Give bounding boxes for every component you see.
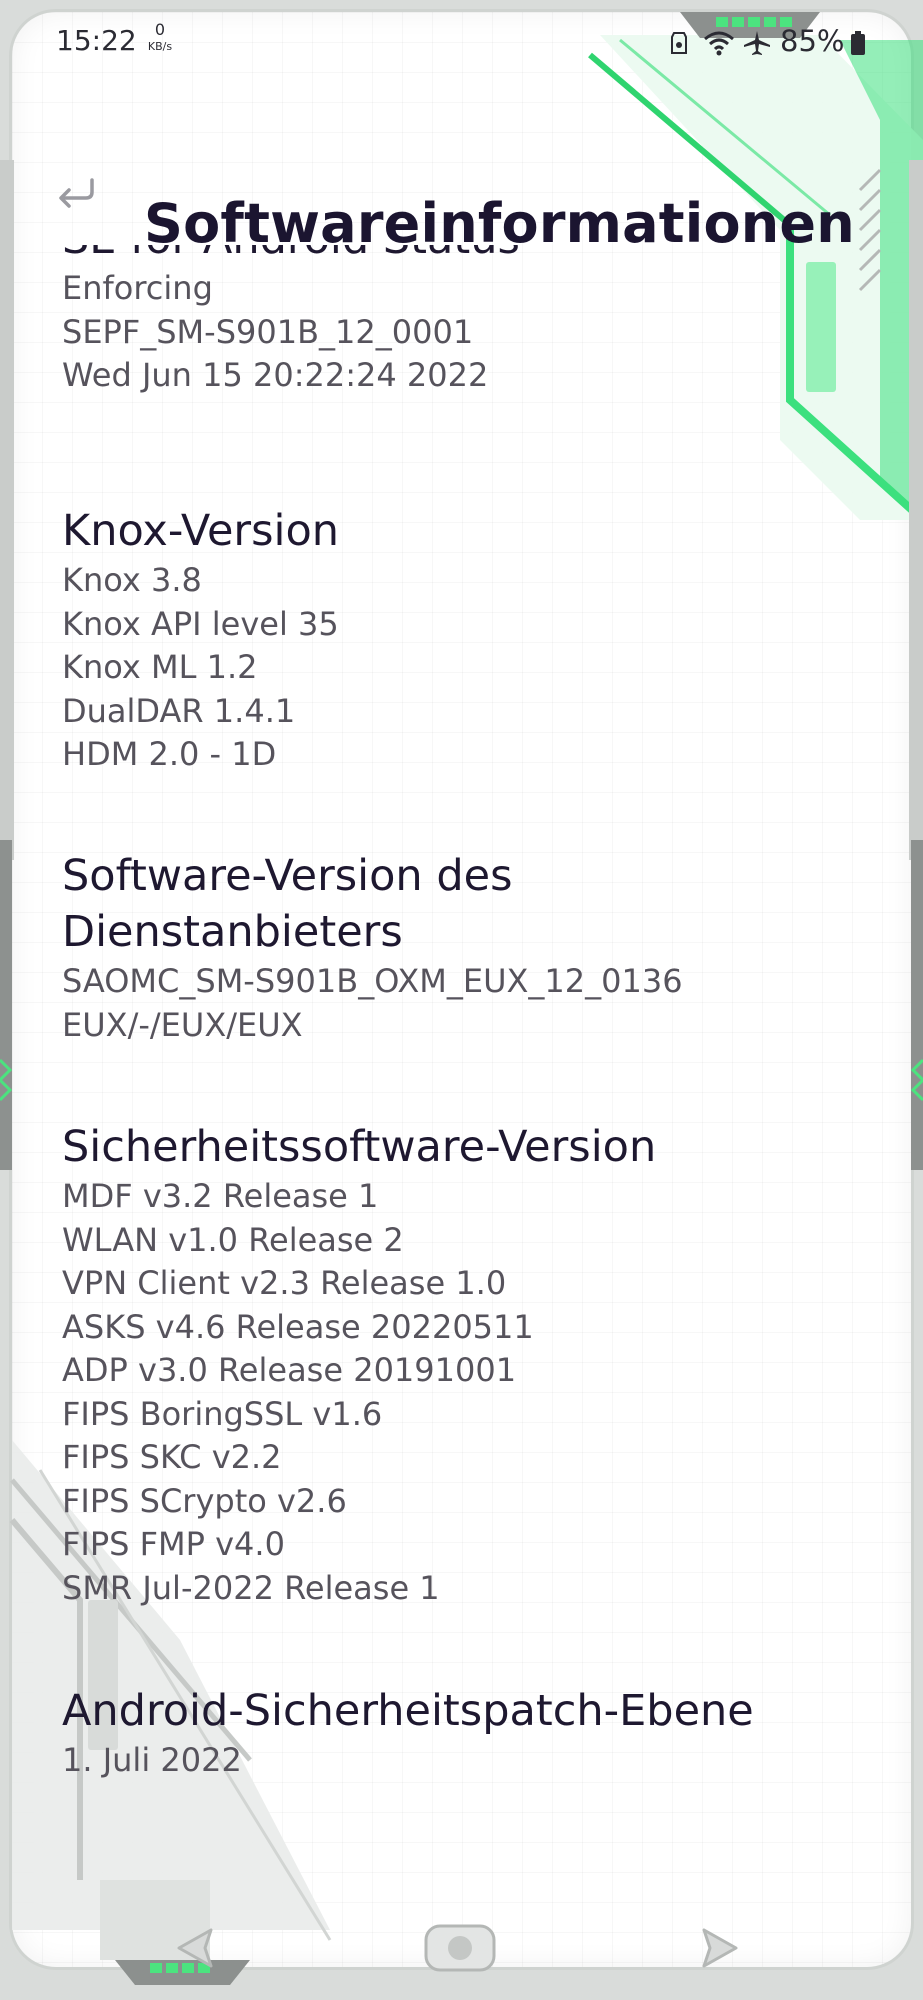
section-security-patch-level: Android-Sicherheitspatch-Ebene 1. Juli 2… (62, 1683, 862, 1783)
data-saver-icon (668, 30, 690, 56)
info-line: FIPS SKC v2.2 (62, 1438, 282, 1476)
status-bar: 15:22 0 KB/s 85% (0, 0, 923, 70)
info-line: Wed Jun 15 20:22:24 2022 (62, 356, 489, 394)
info-line: SAOMC_SM-S901B_OXM_EUX_12_0136 (62, 962, 683, 1000)
network-speed-value: 0 (154, 20, 166, 39)
info-line: DualDAR 1.4.1 (62, 691, 296, 730)
info-line: HDM 2.0 - 1D (62, 735, 277, 773)
info-line: Knox 3.8 (62, 561, 202, 599)
info-line: EUX/-/EUX/EUX (62, 1005, 303, 1044)
network-speed-unit: KB/s (147, 40, 173, 53)
battery-icon (850, 30, 866, 56)
section-security-software-version: Sicherheitssoftware-Version MDF v3.2 Rel… (62, 1119, 862, 1610)
navigation-bar (0, 1900, 923, 2000)
airplane-icon (742, 30, 772, 56)
phone-screen: 15:22 0 KB/s 85% Softwareinformationen E… (0, 0, 923, 2000)
info-line: MDF v3.2 Release 1 (62, 1177, 379, 1215)
info-line: Enforcing (62, 269, 213, 307)
info-line: 1. Juli 2022 (62, 1741, 242, 1779)
section-title: SE for Android Status (62, 245, 862, 267)
wifi-icon (702, 30, 736, 56)
section-provider-software-version: Software-Version des Dienstanbieters SAO… (62, 848, 862, 1047)
software-info-list[interactable]: SE for Android Status Enforcing SEPF_SM-… (0, 245, 923, 1805)
section-title: Android-Sicherheitspatch-Ebene (62, 1686, 754, 1736)
section-title-line: Software-Version des (62, 851, 513, 901)
info-line: FIPS SCrypto v2.6 (62, 1481, 347, 1520)
back-button[interactable] (48, 170, 104, 222)
info-line: VPN Client v2.3 Release 1.0 (62, 1264, 507, 1302)
info-line: SEPF_SM-S901B_12_0001 (62, 312, 474, 351)
status-time: 15:22 (56, 24, 137, 57)
info-line: FIPS BoringSSL v1.6 (62, 1394, 383, 1433)
section-se-for-android: SE for Android Status Enforcing SEPF_SM-… (62, 245, 862, 398)
info-line: SMR Jul-2022 Release 1 (62, 1568, 440, 1607)
battery-percentage: 85% (780, 24, 845, 58)
nav-back-icon (171, 1926, 219, 1974)
info-line: ASKS v4.6 Release 20220511 (62, 1307, 534, 1346)
info-line: WLAN v1.0 Release 2 (62, 1220, 404, 1259)
info-line: Knox ML 1.2 (62, 648, 258, 686)
back-arrow-icon (54, 176, 98, 216)
nav-home-button[interactable] (420, 1920, 500, 1980)
info-line: FIPS FMP v4.0 (62, 1525, 285, 1563)
network-speed-indicator: 0 KB/s (142, 20, 178, 53)
section-title-line: Dienstanbieters (62, 907, 403, 957)
nav-recents-button[interactable] (680, 1920, 760, 1980)
section-title: Sicherheitssoftware-Version (62, 1122, 657, 1172)
section-title: Knox-Version (62, 506, 340, 556)
info-line: Knox API level 35 (62, 604, 339, 643)
app-header: Softwareinformationen (0, 150, 923, 255)
section-knox-version: Knox-Version Knox 3.8 Knox API level 35 … (62, 503, 862, 777)
nav-back-button[interactable] (155, 1920, 235, 1980)
nav-home-icon (422, 1922, 498, 1978)
nav-recents-icon (696, 1926, 744, 1974)
info-line: ADP v3.0 Release 20191001 (62, 1351, 517, 1389)
